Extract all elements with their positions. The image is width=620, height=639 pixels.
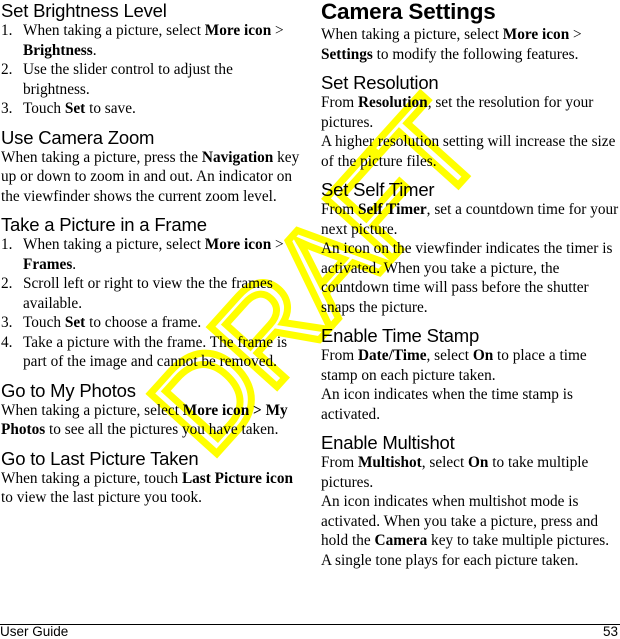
- section-zoom: Use Camera Zoom When taking a picture, p…: [1, 127, 301, 207]
- section-multishot: Enable Multishot From Multishot, select …: [321, 432, 620, 570]
- time-stamp-paragraph-2: An icon indicates when the time stamp is…: [321, 386, 573, 423]
- page-title: Camera Settings: [321, 0, 496, 24]
- frame-steps: 1. When taking a picture, select More ic…: [1, 235, 301, 372]
- brightness-steps: 1. When taking a picture, select More ic…: [1, 21, 301, 119]
- left-column: Set Brightness Level 1. When taking a pi…: [1, 0, 301, 516]
- heading-zoom: Use Camera Zoom: [1, 126, 155, 148]
- heading-brightness: Set Brightness Level: [1, 0, 167, 21]
- section-time-stamp: Enable Time Stamp From Date/Time, select…: [321, 325, 620, 424]
- heading-time-stamp: Enable Time Stamp: [321, 325, 480, 346]
- camera-settings-paragraph: When taking a picture, select More icon …: [321, 26, 582, 63]
- right-column: Camera Settings When taking a picture, s…: [321, 0, 620, 578]
- list-item: 2. Scroll left or right to view the the …: [1, 275, 273, 312]
- heading-frame: Take a Picture in a Frame: [1, 214, 207, 235]
- list-item: 3. Touch Set to save.: [1, 100, 136, 117]
- section-camera-settings: Camera Settings When taking a picture, s…: [321, 0, 620, 64]
- self-timer-paragraph-2: An icon on the viewfinder indicates the …: [321, 240, 613, 316]
- resolution-paragraph-2: A higher resolution setting will increas…: [321, 133, 616, 170]
- list-item: 1. When taking a picture, select More ic…: [1, 236, 284, 273]
- page-footer: User Guide 53: [0, 624, 620, 639]
- section-brightness: Set Brightness Level 1. When taking a pi…: [1, 0, 301, 119]
- footer-title: User Guide: [0, 624, 69, 639]
- time-stamp-paragraph-1: From Date/Time, select On to place a tim…: [321, 347, 587, 384]
- heading-self-timer: Set Self Timer: [321, 179, 435, 200]
- list-item: 1. When taking a picture, select More ic…: [1, 22, 284, 59]
- heading-multishot: Enable Multishot: [321, 432, 455, 453]
- last-picture-paragraph: When taking a picture, touch Last Pictur…: [1, 469, 293, 507]
- section-my-photos: Go to My Photos When taking a picture, s…: [1, 380, 301, 440]
- list-item: 4. Take a picture with the frame. The fr…: [1, 333, 288, 371]
- section-self-timer: Set Self Timer From Self Timer, set a co…: [321, 179, 620, 317]
- heading-my-photos: Go to My Photos: [1, 379, 136, 401]
- section-resolution: Set Resolution From Resolution, set the …: [321, 72, 620, 171]
- section-last-picture: Go to Last Picture Taken When taking a p…: [1, 448, 301, 508]
- heading-last-picture: Go to Last Picture Taken: [1, 447, 199, 469]
- multishot-paragraph-2: An icon indicates when multishot mode is…: [321, 493, 610, 569]
- resolution-paragraph-1: From Resolution, set the resolution for …: [321, 94, 594, 131]
- multishot-paragraph-1: From Multishot, select On to take multip…: [321, 454, 589, 491]
- heading-resolution: Set Resolution: [321, 72, 439, 93]
- list-item: 3. Touch Set to choose a frame.: [1, 314, 202, 331]
- self-timer-paragraph-1: From Self Timer, set a countdown time fo…: [321, 201, 619, 238]
- zoom-paragraph: When taking a picture, press the Navigat…: [1, 148, 300, 205]
- list-item: 2. Use the slider control to adjust the …: [1, 61, 233, 98]
- section-frame: Take a Picture in a Frame 1. When taking…: [1, 214, 301, 372]
- my-photos-paragraph: When taking a picture, select More icon …: [1, 401, 288, 439]
- page-number: 53: [602, 624, 618, 639]
